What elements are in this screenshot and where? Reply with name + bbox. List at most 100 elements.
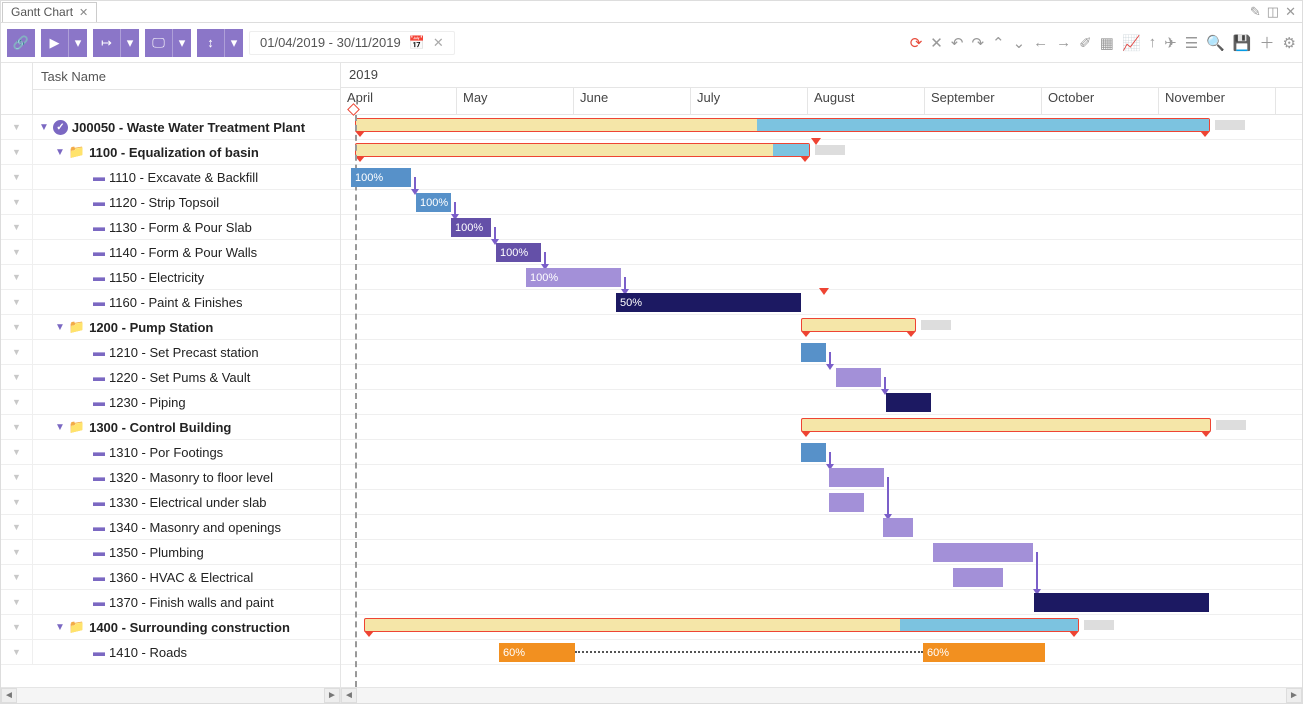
- task-bar[interactable]: [801, 343, 826, 362]
- task-bar[interactable]: [829, 493, 864, 512]
- gantt-row[interactable]: [341, 365, 1302, 390]
- chart-icon[interactable]: 📈: [1122, 34, 1141, 52]
- filter-icon[interactable]: ▼: [1, 265, 33, 289]
- summary-bar[interactable]: [355, 143, 810, 157]
- filter-icon[interactable]: ▼: [1, 440, 33, 464]
- task-row[interactable]: ▼▬1340 - Masonry and openings: [1, 515, 340, 540]
- up-icon[interactable]: ↑: [1149, 34, 1157, 51]
- list-icon[interactable]: ☰: [1185, 34, 1198, 52]
- task-row[interactable]: ▼▬1350 - Plumbing: [1, 540, 340, 565]
- range-dropdown[interactable]: ▾: [121, 29, 139, 57]
- gantt-row[interactable]: [341, 565, 1302, 590]
- filter-icon[interactable]: ▼: [1, 140, 33, 164]
- popout-icon[interactable]: ◫: [1267, 4, 1279, 20]
- summary-bar[interactable]: [801, 418, 1211, 432]
- save-icon[interactable]: 💾: [1233, 34, 1252, 52]
- task-bar[interactable]: 100%: [351, 168, 411, 187]
- gantt-row[interactable]: [341, 515, 1302, 540]
- grid-icon[interactable]: ▦: [1100, 34, 1114, 52]
- gantt-row[interactable]: 100%: [341, 240, 1302, 265]
- close-icon[interactable]: ✕: [1285, 4, 1296, 20]
- gantt-row[interactable]: 100%: [341, 215, 1302, 240]
- filter-icon[interactable]: ▼: [1, 590, 33, 614]
- task-bar[interactable]: [829, 468, 884, 487]
- task-bar[interactable]: [886, 393, 931, 412]
- task-row[interactable]: ▼▬1210 - Set Precast station: [1, 340, 340, 365]
- gantt-row[interactable]: [341, 115, 1302, 140]
- play-dropdown[interactable]: ▾: [69, 29, 87, 57]
- task-filter-input[interactable]: [33, 89, 340, 114]
- screen-button[interactable]: 🖵: [145, 29, 173, 57]
- task-row[interactable]: ▼▬1130 - Form & Pour Slab: [1, 215, 340, 240]
- filter-icon[interactable]: ▼: [1, 315, 33, 339]
- next-icon[interactable]: →: [1056, 34, 1071, 51]
- caret-icon[interactable]: ▼: [55, 322, 65, 333]
- prev-icon[interactable]: ←: [1033, 34, 1048, 51]
- filter-icon[interactable]: ▼: [1, 290, 33, 314]
- cancel-icon[interactable]: ✕: [930, 34, 943, 52]
- caret-icon[interactable]: ▼: [39, 122, 49, 133]
- task-bar[interactable]: 100%: [451, 218, 491, 237]
- redo-icon[interactable]: ↷: [971, 34, 984, 52]
- task-bar[interactable]: 100%: [496, 243, 541, 262]
- link-button[interactable]: 🔗: [7, 29, 35, 57]
- gantt-row[interactable]: [341, 590, 1302, 615]
- filter-icon[interactable]: ▼: [1, 465, 33, 489]
- task-row[interactable]: ▼▬1150 - Electricity: [1, 265, 340, 290]
- gantt-row[interactable]: [341, 315, 1302, 340]
- task-bar[interactable]: [883, 518, 913, 537]
- calendar-icon[interactable]: 📅: [409, 35, 425, 51]
- task-row[interactable]: ▼▼📁1100 - Equalization of basin: [1, 140, 340, 165]
- tab-close-icon[interactable]: ✕: [79, 6, 88, 19]
- filter-icon[interactable]: ▼: [1, 490, 33, 514]
- task-bar[interactable]: 100%: [526, 268, 621, 287]
- updown-button[interactable]: ↕: [197, 29, 225, 57]
- send-icon[interactable]: ✈: [1164, 34, 1177, 52]
- updown-dropdown[interactable]: ▾: [225, 29, 243, 57]
- filter-icon[interactable]: ▼: [1, 540, 33, 564]
- caret-icon[interactable]: ▼: [55, 422, 65, 433]
- gantt-row[interactable]: 60%60%: [341, 640, 1302, 665]
- highlight-icon[interactable]: ✐: [1079, 34, 1092, 52]
- filter-icon[interactable]: ▼: [1, 340, 33, 364]
- filter-icon[interactable]: ▼: [1, 565, 33, 589]
- tab-gantt[interactable]: Gantt Chart ✕: [2, 2, 97, 22]
- settings-icon[interactable]: ⚙: [1283, 34, 1296, 52]
- task-row[interactable]: ▼▬1120 - Strip Topsoil: [1, 190, 340, 215]
- filter-icon[interactable]: ▼: [1, 365, 33, 389]
- gantt-row[interactable]: [341, 490, 1302, 515]
- undo-icon[interactable]: ↶: [951, 34, 964, 52]
- gantt-row[interactable]: 100%: [341, 265, 1302, 290]
- gantt-row[interactable]: 50%: [341, 290, 1302, 315]
- task-row[interactable]: ▼▬1160 - Paint & Finishes: [1, 290, 340, 315]
- task-row[interactable]: ▼▬1110 - Excavate & Backfill: [1, 165, 340, 190]
- task-row[interactable]: ▼▬1230 - Piping: [1, 390, 340, 415]
- filter-icon[interactable]: ▼: [1, 115, 33, 139]
- task-row[interactable]: ▼▼📁1300 - Control Building: [1, 415, 340, 440]
- collapse-icon[interactable]: ⌃: [992, 34, 1005, 52]
- task-bar[interactable]: 100%: [416, 193, 451, 212]
- filter-icon[interactable]: ▼: [1, 515, 33, 539]
- gantt-row[interactable]: [341, 415, 1302, 440]
- task-bar[interactable]: [1034, 593, 1209, 612]
- task-row[interactable]: ▼▬1360 - HVAC & Electrical: [1, 565, 340, 590]
- gantt-scroll-right-icon[interactable]: ►: [1286, 688, 1302, 703]
- task-row[interactable]: ▼▬1140 - Form & Pour Walls: [1, 240, 340, 265]
- task-row[interactable]: ▼▼📁1200 - Pump Station: [1, 315, 340, 340]
- filter-icon[interactable]: ▼: [1, 240, 33, 264]
- gantt-row[interactable]: [341, 465, 1302, 490]
- task-row[interactable]: ▼▬1320 - Masonry to floor level: [1, 465, 340, 490]
- task-bar[interactable]: [801, 443, 826, 462]
- scroll-right-icon[interactable]: ►: [324, 688, 340, 703]
- task-row[interactable]: ▼▼✓J00050 - Waste Water Treatment Plant: [1, 115, 340, 140]
- task-name-header[interactable]: Task Name: [33, 63, 340, 89]
- clear-date-icon[interactable]: ✕: [433, 35, 444, 51]
- task-bar[interactable]: 60%: [923, 643, 1045, 662]
- filter-icon[interactable]: ▼: [1, 190, 33, 214]
- gantt-row[interactable]: [341, 390, 1302, 415]
- gantt-row[interactable]: [341, 140, 1302, 165]
- filter-icon[interactable]: ▼: [1, 415, 33, 439]
- task-row[interactable]: ▼▼📁1400 - Surrounding construction: [1, 615, 340, 640]
- filter-icon[interactable]: ▼: [1, 215, 33, 239]
- task-bar[interactable]: [953, 568, 1003, 587]
